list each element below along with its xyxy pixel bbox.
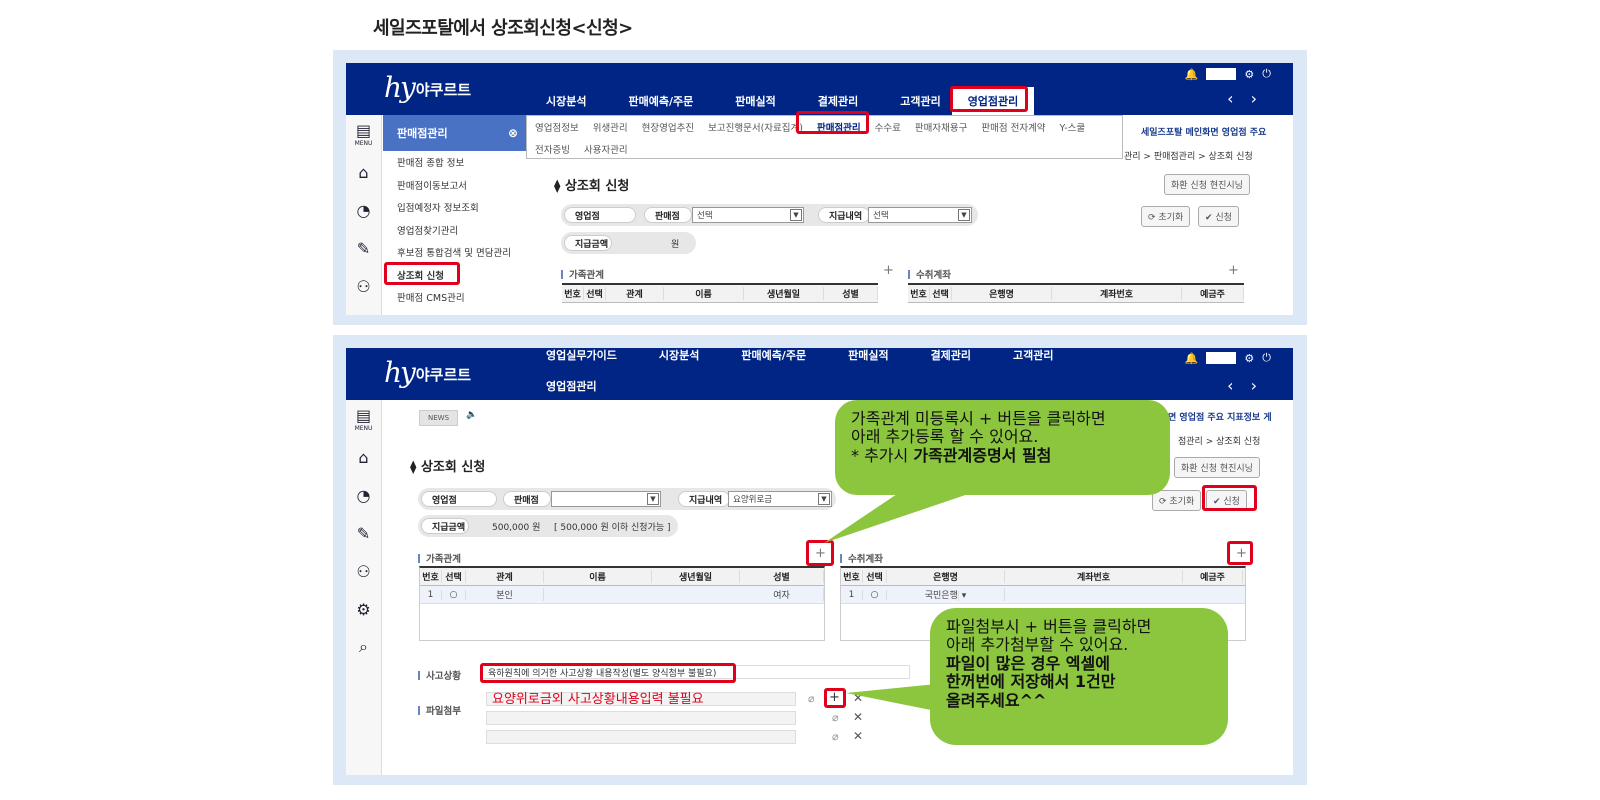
- col-select: 선택: [584, 287, 606, 300]
- callout2-line4: 한꺼번에 저장해서 1건만: [946, 672, 1116, 692]
- nav-payment[interactable]: 결제관리: [818, 93, 858, 109]
- sub-contract[interactable]: 판매점 전자계약: [981, 120, 1045, 134]
- branch-label: 영업점: [564, 207, 636, 223]
- logo-name: 야쿠르트: [415, 81, 472, 99]
- chevron-down-icon: ▼: [958, 209, 970, 221]
- gear-icon[interactable]: ⚙: [1244, 68, 1254, 81]
- chevron-down-icon: ▼: [790, 209, 802, 221]
- sub-field[interactable]: 현장영업추진: [642, 120, 694, 134]
- callout-family: 가족관계 미등록시 + 버튼을 클릭하면 아래 추가등록 할 수 있어요. * …: [835, 400, 1170, 495]
- callout2-line1: 파일첨부시 + 버튼을 클릭하면: [946, 617, 1152, 636]
- screen-button[interactable]: 화환 신청 현진시닝: [1164, 174, 1250, 195]
- sub-yschool[interactable]: Y-스쿨: [1060, 120, 1086, 134]
- table-header: 번호 선택 관계 이름 생년월일 성별: [562, 285, 878, 303]
- highlight-nav-branch: [950, 86, 1028, 112]
- col-no: 번호: [562, 287, 584, 300]
- page-title: ⧫ 상조회 신청: [554, 179, 630, 194]
- family-add-icon[interactable]: +: [883, 263, 894, 278]
- col-select: 선택: [930, 287, 952, 300]
- speedometer-icon[interactable]: ◔: [346, 191, 381, 229]
- col-birth: 생년월일: [744, 287, 824, 300]
- col-bank: 은행명: [952, 287, 1052, 300]
- nav-sales[interactable]: 판매실적: [735, 93, 775, 109]
- account-table: 번호 선택 은행명 계좌번호 예금주: [908, 283, 1244, 303]
- side-item-cms[interactable]: 판매점 CMS관리: [383, 286, 528, 309]
- nav-forecast[interactable]: 판매예측/주문: [628, 93, 693, 109]
- side-item-candidate[interactable]: 입점예정자 정보조회: [383, 196, 528, 219]
- pay-label: 지급내역: [818, 207, 870, 223]
- side-item-move-report[interactable]: 판매점이동보고서: [383, 174, 528, 197]
- account-add-icon[interactable]: +: [1228, 263, 1239, 278]
- sub-hygiene[interactable]: 위생관리: [593, 120, 628, 134]
- family-section-title: 가족관계: [561, 267, 604, 281]
- sub-users[interactable]: 사용자관리: [584, 142, 628, 156]
- screenshot-1: hy 야쿠르트 🔔 ⚙ ⏻ ‹ › 시장분석 판매예측/주문 판매실적 결제관리…: [346, 63, 1293, 315]
- side-panel-header: 판매점관리 ⊗: [383, 115, 528, 151]
- brand-logo[interactable]: hy 야쿠르트: [384, 71, 471, 104]
- callout2-line5: 올려주세요^^: [946, 690, 1047, 710]
- apply-button[interactable]: ✔ 신청: [1198, 206, 1239, 227]
- top-right-tools: 🔔 ⚙ ⏻: [1185, 67, 1271, 81]
- highlight-sub-store: [796, 111, 869, 134]
- table-header: 번호 선택 은행명 계좌번호 예금주: [908, 285, 1244, 303]
- nav-customer[interactable]: 고객관리: [900, 93, 940, 109]
- breadcrumb: 관리 > 판매점관리 > 상조회 신청: [1124, 152, 1253, 162]
- reset-button[interactable]: ⟳ 초기화: [1141, 206, 1191, 227]
- main-nav: 시장분석 판매예측/주문 판매실적 결제관리 고객관리: [546, 93, 983, 109]
- col-account: 계좌번호: [1052, 287, 1182, 300]
- bell-icon[interactable]: 🔔: [1185, 68, 1199, 81]
- callout-tail-1: [824, 488, 986, 543]
- col-holder: 예금주: [1182, 287, 1244, 300]
- sub-evidence[interactable]: 전자증빙: [535, 142, 570, 156]
- col-no: 번호: [908, 287, 930, 300]
- amount-label: 지급금액: [564, 235, 612, 251]
- side-panel: 판매점관리 ⊗ 판매점 종합 정보 판매점이동보고서 입점예정자 정보조회 영업…: [383, 115, 528, 315]
- callout1-line3: * 추가시 가족관계증명서 필첨: [851, 445, 1052, 465]
- top-header: hy 야쿠르트 🔔 ⚙ ⏻ ‹ › 시장분석 판매예측/주문 판매실적 결제관리…: [346, 63, 1293, 115]
- sub-hire[interactable]: 판매자채용구: [915, 120, 967, 134]
- home-icon[interactable]: ⌂: [346, 153, 381, 191]
- col-gender: 성별: [824, 287, 878, 300]
- left-rail: ▤ MENU ⌂ ◔ ✎ ⚇: [346, 115, 382, 315]
- col-relation: 관계: [606, 287, 664, 300]
- store-select[interactable]: 선택 ▼: [692, 207, 804, 223]
- sub-branch-info[interactable]: 영업점정보: [535, 120, 579, 134]
- callout2-line2: 아래 추가첨부할 수 있어요.: [946, 635, 1129, 655]
- highlight-side-sangjo: [384, 262, 460, 285]
- menu-icon[interactable]: ▤ MENU: [346, 115, 381, 153]
- power-icon[interactable]: ⏻: [1262, 67, 1271, 81]
- close-icon[interactable]: ⊗: [508, 126, 518, 140]
- logo-hy: hy: [384, 71, 416, 104]
- family-table: 번호 선택 관계 이름 생년월일 성별: [562, 283, 878, 303]
- side-item-search[interactable]: 후보점 통합검색 및 면담관리: [383, 241, 528, 264]
- amount-value: 원: [671, 240, 680, 250]
- side-item-find-branch[interactable]: 영업점찾기관리: [383, 219, 528, 242]
- callout1-line1: 가족관계 미등록시 + 버튼을 클릭하면: [851, 409, 1106, 428]
- nav-arrows[interactable]: ‹ ›: [1227, 89, 1263, 108]
- screenshot-frame-1: hy 야쿠르트 🔔 ⚙ ⏻ ‹ › 시장분석 판매예측/주문 판매실적 결제관리…: [333, 50, 1307, 325]
- document-title: 세일즈포탈에서 상조회신청<신청>: [373, 18, 633, 39]
- side-panel-title: 판매점관리: [397, 127, 448, 140]
- sub-report[interactable]: 보고진행문서(자료집계): [708, 120, 803, 134]
- nav-market[interactable]: 시장분석: [546, 93, 586, 109]
- org-chart-icon[interactable]: ⚇: [346, 267, 381, 305]
- pay-select[interactable]: 선택 ▼: [868, 207, 972, 223]
- callout-attach: 파일첨부시 + 버튼을 클릭하면 아래 추가첨부할 수 있어요. 파일이 많은 …: [930, 608, 1228, 745]
- store-label: 판매점: [644, 207, 692, 223]
- callout1-line2: 아래 추가등록 할 수 있어요.: [851, 427, 1039, 447]
- user-box[interactable]: [1206, 68, 1237, 80]
- account-section-title: 수취계좌: [908, 267, 951, 281]
- side-item-store-info[interactable]: 판매점 종합 정보: [383, 151, 528, 174]
- banner-text: 세일즈포탈 메인화면 영업점 주요: [1141, 128, 1267, 138]
- col-name: 이름: [664, 287, 744, 300]
- callout2-line3: 파일이 많은 경우 엑셀에: [946, 653, 1110, 673]
- sub-fee[interactable]: 수수료: [875, 120, 901, 134]
- edit-icon[interactable]: ✎: [346, 229, 381, 267]
